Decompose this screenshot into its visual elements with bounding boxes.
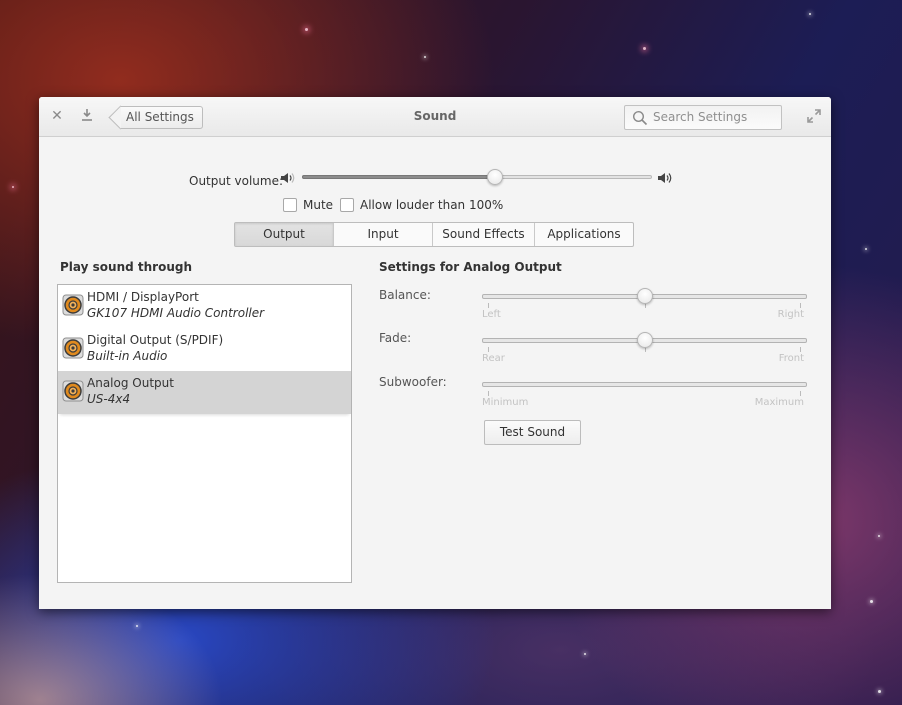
mute-checkbox[interactable]: [283, 198, 297, 212]
wallpaper-star: [878, 535, 880, 537]
sound-settings-window: ✕ All Settings Sound Output volume:: [39, 97, 831, 609]
speaker-icon: [62, 380, 84, 402]
device-name: Analog Output: [87, 376, 174, 390]
speaker-icon: [62, 294, 84, 316]
slider-tick: [800, 303, 801, 308]
slider-knob[interactable]: [636, 332, 653, 348]
output-device-list: HDMI / DisplayPort GK107 HDMI Audio Cont…: [57, 284, 352, 583]
search-field[interactable]: [624, 105, 782, 130]
content-area: Output volume: Mute Allow louder than 10…: [39, 138, 831, 609]
slider-tick: [488, 347, 489, 352]
speaker-high-icon: [658, 173, 672, 183]
slider-min-label: Rear: [482, 353, 505, 364]
allow-louder-checkbox[interactable]: [340, 198, 354, 212]
search-icon: [632, 110, 648, 126]
allow-louder-checkbox-row[interactable]: Allow louder than 100%: [340, 198, 503, 212]
device-description: US-4x4: [87, 392, 131, 406]
wallpaper-star: [12, 186, 14, 188]
tab-sound-effects[interactable]: Sound Effects: [433, 223, 535, 246]
maximize-icon[interactable]: [807, 109, 821, 123]
play-sound-through-heading: Play sound through: [60, 260, 192, 274]
device-item-spdif[interactable]: Digital Output (S/PDIF) Built-in Audio: [58, 328, 351, 371]
device-item-hdmi[interactable]: HDMI / DisplayPort GK107 HDMI Audio Cont…: [58, 285, 351, 328]
wallpaper-star: [643, 47, 646, 50]
wallpaper-star: [305, 28, 308, 31]
slider-knob[interactable]: [636, 288, 653, 304]
slider-min-label: Left: [482, 309, 501, 320]
fade-slider[interactable]: Rear Front: [482, 332, 807, 367]
wallpaper-star: [584, 653, 586, 655]
device-name: HDMI / DisplayPort: [87, 290, 199, 304]
slider-tick: [488, 303, 489, 308]
slider-min-label: Minimum: [482, 397, 529, 408]
test-sound-button[interactable]: Test Sound: [484, 420, 581, 445]
wallpaper-star: [809, 13, 811, 15]
allow-louder-label: Allow louder than 100%: [360, 198, 504, 212]
balance-label: Balance:: [379, 288, 431, 302]
wallpaper-star: [870, 600, 873, 603]
slider-fill: [302, 175, 495, 179]
output-volume-slider[interactable]: [302, 169, 652, 185]
tab-input[interactable]: Input: [334, 223, 433, 246]
wallpaper-star: [865, 248, 867, 250]
sound-tabs: Output Input Sound Effects Applications: [234, 222, 634, 247]
speaker-low-icon: [281, 173, 295, 183]
subwoofer-label: Subwoofer:: [379, 375, 447, 389]
slider-max-label: Front: [778, 353, 804, 364]
device-name: Digital Output (S/PDIF): [87, 333, 224, 347]
search-input[interactable]: [653, 110, 773, 124]
slider-tick: [800, 391, 801, 396]
subwoofer-slider[interactable]: Minimum Maximum: [482, 381, 807, 411]
titlebar: ✕ All Settings Sound: [39, 97, 831, 137]
mute-label: Mute: [303, 198, 334, 212]
tab-applications[interactable]: Applications: [535, 223, 633, 246]
balance-slider[interactable]: Left Right: [482, 288, 807, 323]
wallpaper-star: [136, 625, 138, 627]
wallpaper-star: [424, 56, 426, 58]
speaker-icon: [62, 337, 84, 359]
device-settings-heading: Settings for Analog Output: [379, 260, 562, 274]
slider-max-label: Right: [777, 309, 804, 320]
mute-checkbox-row[interactable]: Mute: [283, 198, 333, 212]
slider-knob[interactable]: [486, 169, 503, 185]
device-description: Built-in Audio: [87, 349, 168, 363]
wallpaper-star: [878, 690, 881, 693]
fade-label: Fade:: [379, 331, 412, 345]
slider-max-label: Maximum: [754, 397, 804, 408]
tab-output[interactable]: Output: [235, 223, 334, 246]
slider-tick: [800, 347, 801, 352]
slider-track: [482, 382, 807, 387]
device-item-analog[interactable]: Analog Output US-4x4: [58, 371, 351, 414]
slider-tick: [488, 391, 489, 396]
output-volume-label: Output volume:: [189, 174, 283, 188]
device-description: GK107 HDMI Audio Controller: [87, 306, 265, 320]
